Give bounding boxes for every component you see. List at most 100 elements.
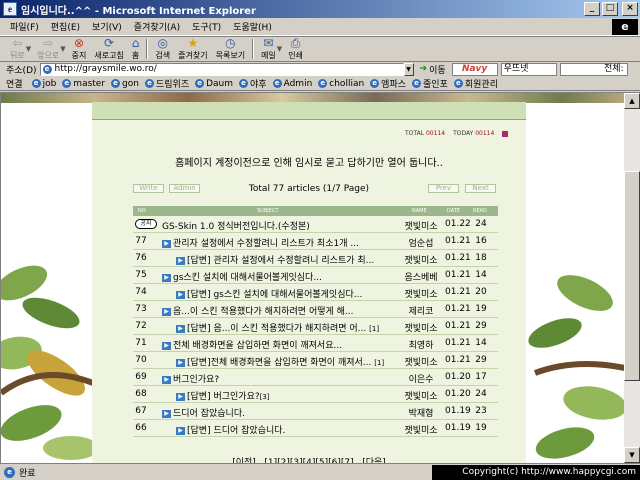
post-subject-text: [답변] 관리자 설정에서 수정할려니 리스트가 최... [187, 256, 375, 266]
post-date: 01.21 [445, 338, 471, 348]
post-subject-link[interactable]: ▶ [답변] gs스킨 설치에 대해서물어볼게잇심다... [162, 287, 394, 300]
link-text: 회원관리 [464, 80, 498, 90]
link-julinfo[interactable]: e 줄인포 [409, 77, 451, 90]
post-subject-link[interactable]: ▶ 음...이 스킨 적용했다가 해지하려면 어떻게 해... [162, 304, 394, 317]
link-daum[interactable]: e Daum [192, 79, 236, 89]
post-subject-link[interactable]: ▶ gs스킨 설치에 대해서물어볼게잇심다... [162, 270, 394, 283]
minimize-button[interactable]: _ [584, 2, 600, 16]
post-number: 67 [135, 406, 147, 416]
link-text: 엠파스 [381, 80, 407, 90]
post-arrow-icon: ▶ [162, 375, 171, 384]
menu-bar: 파일(F) 편집(E) 보기(V) 즐겨찾기(A) 도구(T) 도움말(H) [0, 18, 640, 36]
ie-app-icon[interactable]: e [3, 2, 17, 16]
print-label: 인쇄 [288, 51, 303, 60]
post-number: 74 [135, 287, 147, 297]
total-counter-label: TOTAL [405, 130, 425, 137]
address-dropdown-icon[interactable]: ▼ [403, 62, 414, 76]
post-subject-link[interactable]: ▶ 관리자 설정에서 수정할려니 리스트가 최소1개 ... [162, 236, 394, 249]
col-date: DATE [447, 208, 461, 214]
post-read-count: 17 [475, 372, 487, 382]
link-text: chollian [329, 78, 365, 89]
post-author: 이은수 [408, 375, 434, 385]
link-gon[interactable]: e gon [108, 79, 142, 89]
print-button[interactable]: ⎙ 인쇄 [284, 37, 307, 61]
link-member-admin[interactable]: e 회원관리 [451, 77, 501, 90]
link-master[interactable]: e master [59, 79, 108, 89]
link-text: Admin [283, 78, 313, 89]
stop-button[interactable]: ⊗ 중지 [68, 37, 91, 61]
mail-dropdown-icon[interactable]: ▼ [277, 45, 282, 53]
post-read-count: 19 [475, 304, 487, 314]
scroll-down-button[interactable]: ▼ [624, 447, 640, 463]
next-button[interactable]: Next [465, 184, 496, 193]
post-date: 01.21 [445, 355, 471, 365]
search-button[interactable]: ◎ 검색 [151, 37, 174, 61]
post-author: 박재형 [408, 409, 434, 419]
col-read: READ [473, 208, 487, 214]
post-number: 69 [135, 372, 147, 382]
menu-file[interactable]: 파일(F) [4, 20, 45, 33]
post-subject-link[interactable]: ▶ 버그인가요? [162, 372, 394, 385]
toolbar-search-input[interactable]: 우뜨넷 [500, 62, 557, 76]
comment-count: [1] [374, 359, 385, 367]
link-empas[interactable]: e 엠파스 [367, 77, 409, 90]
post-number: 66 [135, 423, 147, 433]
favorites-button[interactable]: ★ 즐겨찾기 [174, 37, 211, 61]
maximize-button[interactable]: □ [602, 2, 618, 16]
print-icon: ⎙ [290, 36, 301, 50]
post-subject-link[interactable]: ▶ [답변] 드디어 잡았습니다. [162, 423, 394, 436]
table-header: NO SUBJECT NAME DATE READ [133, 206, 498, 216]
pagination[interactable]: [이전]...[1][2][3][4][5][6][7]...[다음] [92, 455, 526, 463]
post-author: 음스베베 [404, 273, 438, 283]
go-button[interactable]: ➔ 이동 [420, 63, 452, 76]
post-subject-link[interactable]: ▶ [답변] 관리자 설정에서 수정할려니 리스트가 최... [162, 253, 394, 266]
history-button[interactable]: ◷ 목록보기 [212, 37, 249, 61]
comment-count: [3] [259, 393, 270, 401]
today-counter: TODAY 00114 [453, 130, 494, 137]
link-job[interactable]: e job [29, 79, 60, 89]
navy-search-logo[interactable]: Navy [451, 62, 498, 76]
post-subject-link[interactable]: ▶ [답변]전체 배경화면을 삽입하면 화면이 깨져서... [1] [162, 355, 394, 368]
prev-button[interactable]: Prev [428, 184, 459, 193]
back-dropdown-icon[interactable]: ▼ [26, 45, 31, 53]
close-button[interactable]: × [622, 2, 638, 16]
post-subject-link[interactable]: ▶ 전체 배경화면을 삽입하면 화면이 깨져서요... [162, 338, 394, 351]
post-date: 01.21 [445, 321, 471, 331]
vertical-scrollbar[interactable]: ▲ ▼ [624, 92, 640, 463]
forward-button[interactable]: ⇨ 앞으로 [33, 37, 63, 61]
scroll-up-button[interactable]: ▲ [624, 93, 640, 109]
menu-favorites[interactable]: 즐겨찾기(A) [128, 20, 186, 33]
post-subject-link[interactable]: ▶ [답변] 음...이 스킨 적용했다가 해지하려면 어... [1] [162, 321, 394, 334]
search-scope-select[interactable]: 전체: [559, 62, 628, 76]
post-author: 엄순섭 [408, 239, 434, 249]
home-button[interactable]: ⌂ 홈 [128, 37, 144, 61]
post-read-count: 19 [475, 423, 487, 433]
post-read-count: 18 [475, 253, 487, 263]
scrollbar-thumb[interactable] [624, 171, 640, 381]
link-page-icon: e [370, 79, 380, 88]
link-yahoo[interactable]: e 야후 [236, 77, 270, 90]
address-input[interactable]: e http://graysmile.wo.ro/ [39, 62, 404, 76]
post-subject-link[interactable]: GS-Skin 1.0 정식버전입니다.(수정본) [162, 219, 394, 232]
reply-arrow-icon: ▶ [176, 324, 185, 333]
menu-help[interactable]: 도움말(H) [227, 20, 278, 33]
post-subject-text: [답변]전체 배경화면을 삽입하면 화면이 깨져서... [187, 358, 372, 368]
menu-view[interactable]: 보기(V) [86, 20, 128, 33]
post-number: 72 [135, 321, 147, 331]
forward-dropdown-icon[interactable]: ▼ [60, 45, 65, 53]
post-subject-link[interactable]: ▶ [답변] 버그인가요?[3] [162, 389, 394, 402]
link-dreamwiz[interactable]: e 드림위즈 [142, 77, 192, 90]
link-text: master [73, 78, 106, 89]
post-date: 01.19 [445, 423, 471, 433]
today-counter-value: 00114 [475, 130, 495, 137]
search-label: 검색 [155, 51, 171, 60]
post-arrow-icon: ▶ [162, 307, 171, 316]
post-subject-link[interactable]: ▶ 드디어 잡았습니다. [162, 406, 394, 419]
history-icon: ◷ [225, 36, 236, 50]
link-chollian[interactable]: e chollian [315, 79, 367, 89]
menu-tools[interactable]: 도구(T) [186, 20, 227, 33]
refresh-button[interactable]: ⟳ 새로고침 [90, 37, 127, 61]
link-admin[interactable]: e Admin [270, 79, 316, 89]
menu-edit[interactable]: 편집(E) [45, 20, 86, 33]
counter-square-icon [502, 130, 509, 137]
